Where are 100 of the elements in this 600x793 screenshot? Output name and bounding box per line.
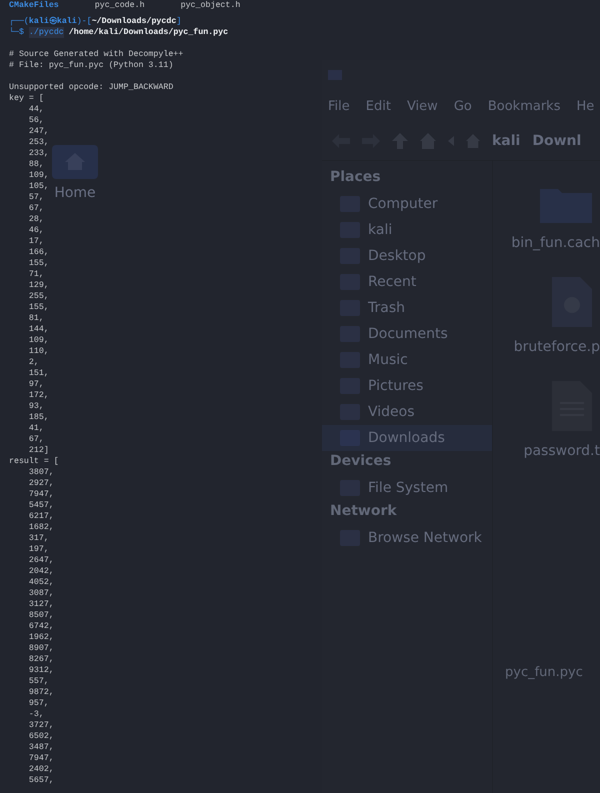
sidebar-item[interactable]: Downloads <box>322 425 492 451</box>
menu-item[interactable]: Bookmarks <box>488 98 560 114</box>
output-line: 151, <box>28 369 49 378</box>
output-line: 172, <box>28 391 49 400</box>
output-line: 3727, <box>28 721 54 730</box>
output-line: 88, <box>28 160 44 169</box>
menu-item[interactable]: File <box>328 98 350 114</box>
output-line: 185, <box>28 413 49 422</box>
sidebar-heading: Places <box>329 168 382 187</box>
output-line: 8507, <box>28 611 54 620</box>
output-line: 109, <box>28 336 49 345</box>
sidebar-item[interactable]: File System <box>322 475 492 501</box>
sidebar-item[interactable]: Trash <box>322 295 492 321</box>
sidebar-item[interactable]: Pictures <box>322 373 492 399</box>
output-line: 2042, <box>28 567 54 576</box>
menu-item[interactable]: View <box>406 98 438 114</box>
output-line: key = [ <box>9 94 44 103</box>
command-argument: /home/kali/Downloads/pyc_fun.pyc <box>68 27 228 38</box>
output-line: 110, <box>28 347 49 356</box>
output-line: 56, <box>28 116 44 125</box>
output-line: 67, <box>28 204 44 213</box>
output-line: 17, <box>28 237 44 246</box>
output-line: 7947, <box>28 490 54 499</box>
sidebar-item[interactable]: Videos <box>322 399 492 425</box>
path-button[interactable]: kali <box>492 133 520 149</box>
output-line: 3127, <box>28 600 54 609</box>
output-line: 97, <box>28 380 44 389</box>
home-folder-icon[interactable] <box>52 145 98 179</box>
sidebar-item[interactable]: Browse Network <box>322 525 492 551</box>
output-line: # Source Generated with Decompyle++ <box>9 50 184 59</box>
menu-item[interactable]: He <box>576 98 594 114</box>
output-line: 9872, <box>28 688 54 697</box>
output-line: 1682, <box>28 523 54 532</box>
menu-item[interactable]: Edit <box>366 98 391 114</box>
output-line: 71, <box>28 270 44 279</box>
output-line: 3807, <box>28 468 54 477</box>
menu-item[interactable]: Go <box>454 98 472 114</box>
command-text: ./pycdc <box>28 27 64 38</box>
output-line: 6217, <box>28 512 54 521</box>
sidebar-item[interactable]: Desktop <box>322 243 492 269</box>
output-line: 8907, <box>28 644 54 653</box>
output-line: 46, <box>28 226 44 235</box>
output-line: 44, <box>28 105 44 114</box>
output-line: -3, <box>28 710 44 719</box>
output-line: 255, <box>28 292 49 301</box>
sidebar-heading: Devices <box>329 452 392 471</box>
output-line: # File: pyc_fun.pyc (Python 3.11) <box>9 61 174 70</box>
output-line: 6502, <box>28 732 54 741</box>
output-line: 317, <box>28 534 49 543</box>
desktop-icon-label[interactable]: Home <box>54 185 96 201</box>
output-line: 28, <box>28 215 44 224</box>
sidebar-item[interactable]: kali <box>322 217 492 243</box>
file-label[interactable]: bruteforce.p <box>514 339 600 355</box>
output-line: Unsupported opcode: JUMP_BACKWARD <box>9 83 174 92</box>
output-line: 3487, <box>28 743 54 752</box>
output-line: 5657, <box>28 776 54 785</box>
output-line: 247, <box>28 127 49 136</box>
output-line: 166, <box>28 248 49 257</box>
output-line: 67, <box>28 435 44 444</box>
output-line: 9312, <box>28 666 54 675</box>
path-button[interactable]: Downl <box>532 133 582 149</box>
output-line: 109, <box>28 171 49 180</box>
output-line: 8267, <box>28 655 54 664</box>
output-line: 197, <box>28 545 49 554</box>
output-line: 253, <box>28 138 49 147</box>
file-name: CMakeFiles <box>9 0 59 5</box>
output-line: 93, <box>28 402 44 411</box>
output-line: 7947, <box>28 754 54 763</box>
sidebar-item[interactable]: Music <box>322 347 492 373</box>
output-line: 81, <box>28 314 44 323</box>
output-line: 233, <box>28 149 49 158</box>
output-line: 212] <box>28 446 49 455</box>
window-icon <box>328 70 342 80</box>
output-line: 57, <box>28 193 44 202</box>
output-line: 2, <box>28 358 39 367</box>
file-label[interactable]: password.t <box>524 443 600 459</box>
output-line: 2927, <box>28 479 54 488</box>
output-line: 5457, <box>28 501 54 510</box>
output-line: 557, <box>28 677 49 686</box>
output-line: 6742, <box>28 622 54 631</box>
file-label[interactable]: bin_fun.cach <box>511 235 600 251</box>
output-line: result = [ <box>9 457 59 466</box>
desktop-icon-label[interactable]: pyc_fun.pyc <box>505 665 583 680</box>
output-line: 2647, <box>28 556 54 565</box>
output-line: 155, <box>28 303 49 312</box>
output-line: 155, <box>28 259 49 268</box>
output-line: 1962, <box>28 633 54 642</box>
output-line: 957, <box>28 699 49 708</box>
sidebar-heading: Network <box>329 502 398 521</box>
output-line: 4052, <box>28 578 54 587</box>
sidebar-item[interactable]: Documents <box>322 321 492 347</box>
output-line: 2402, <box>28 765 54 774</box>
output-line: 41, <box>28 424 44 433</box>
sidebar-item[interactable]: Recent <box>322 269 492 295</box>
output-line: 105, <box>28 182 49 191</box>
output-line: 144, <box>28 325 49 334</box>
sidebar-item[interactable]: Computer <box>322 191 492 217</box>
output-line: 3087, <box>28 589 54 598</box>
prompt-symbol: └─$ <box>9 27 25 38</box>
prompt-line: ┌──(kali㉿kali)-[~/Downloads/pycdc] <box>9 16 182 27</box>
